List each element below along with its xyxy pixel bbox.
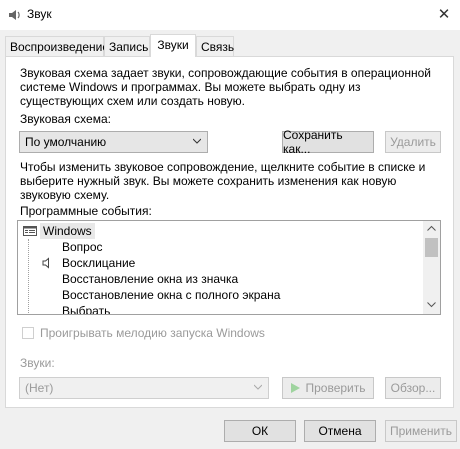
delete-button[interactable]: Удалить bbox=[385, 131, 441, 153]
sound-scheme-dropdown[interactable]: По умолчанию bbox=[19, 131, 208, 153]
tab-recording[interactable]: Запись bbox=[104, 36, 150, 56]
window-title: Звук bbox=[27, 7, 52, 21]
startup-sound-label: Проигрывать мелодию запуска Windows bbox=[40, 326, 265, 340]
sound-file-value: (Нет) bbox=[25, 381, 54, 395]
window-group-icon bbox=[23, 226, 37, 236]
tree-item-exclamation[interactable]: Восклицание bbox=[62, 255, 135, 271]
title-bar: Звук ✕ bbox=[0, 0, 460, 30]
scrollbar-thumb[interactable] bbox=[425, 238, 438, 257]
sound-file-dropdown[interactable]: (Нет) bbox=[19, 377, 269, 399]
tree-item-restore-down[interactable]: Восстановление окна с полного экрана bbox=[62, 287, 280, 303]
events-label: Программные события: bbox=[20, 204, 152, 218]
sound-scheme-value: По умолчанию bbox=[25, 135, 107, 149]
speaker-icon bbox=[42, 257, 49, 269]
ok-button[interactable]: ОК bbox=[224, 420, 296, 442]
tree-item-select[interactable]: Выбрать bbox=[62, 303, 110, 314]
instructions-text: Чтобы изменить звуковое сопровождение, щ… bbox=[20, 160, 426, 202]
scheme-label: Звуковая схема: bbox=[20, 112, 111, 126]
apply-button[interactable]: Применить bbox=[385, 420, 457, 442]
sounds-label: Звуки: bbox=[20, 356, 55, 370]
events-scrollbar[interactable] bbox=[423, 221, 440, 314]
speaker-icon bbox=[9, 10, 20, 20]
close-button[interactable]: ✕ bbox=[428, 0, 460, 28]
program-events-tree[interactable]: Windows Вопрос Восклицание Восстановлени… bbox=[17, 220, 441, 315]
save-as-button[interactable]: Сохранить как... bbox=[282, 128, 374, 156]
tab-sounds[interactable]: Звуки bbox=[150, 34, 196, 57]
tab-playback[interactable]: Воспроизведение bbox=[5, 36, 109, 56]
tab-communications[interactable]: Связь bbox=[196, 36, 234, 56]
tree-item-restore-up[interactable]: Восстановление окна из значка bbox=[62, 271, 238, 287]
chevron-down-icon[interactable] bbox=[427, 302, 436, 308]
tree-item-question[interactable]: Вопрос bbox=[62, 239, 103, 255]
play-icon bbox=[291, 383, 301, 393]
test-button[interactable]: Проверить bbox=[282, 377, 374, 399]
browse-button[interactable]: Обзор... bbox=[385, 377, 441, 399]
startup-sound-checkbox[interactable] bbox=[22, 327, 34, 339]
cancel-button[interactable]: Отмена bbox=[304, 420, 376, 442]
chevron-up-icon[interactable] bbox=[427, 225, 436, 231]
close-icon: ✕ bbox=[437, 6, 451, 23]
tree-connector-line bbox=[28, 239, 29, 314]
scheme-description: Звуковая схема задает звуки, сопровождаю… bbox=[20, 66, 431, 108]
chevron-down-icon bbox=[193, 138, 201, 144]
test-button-label: Проверить bbox=[305, 381, 366, 395]
chevron-down-icon bbox=[254, 384, 262, 390]
tree-item-label: Windows bbox=[40, 223, 95, 239]
